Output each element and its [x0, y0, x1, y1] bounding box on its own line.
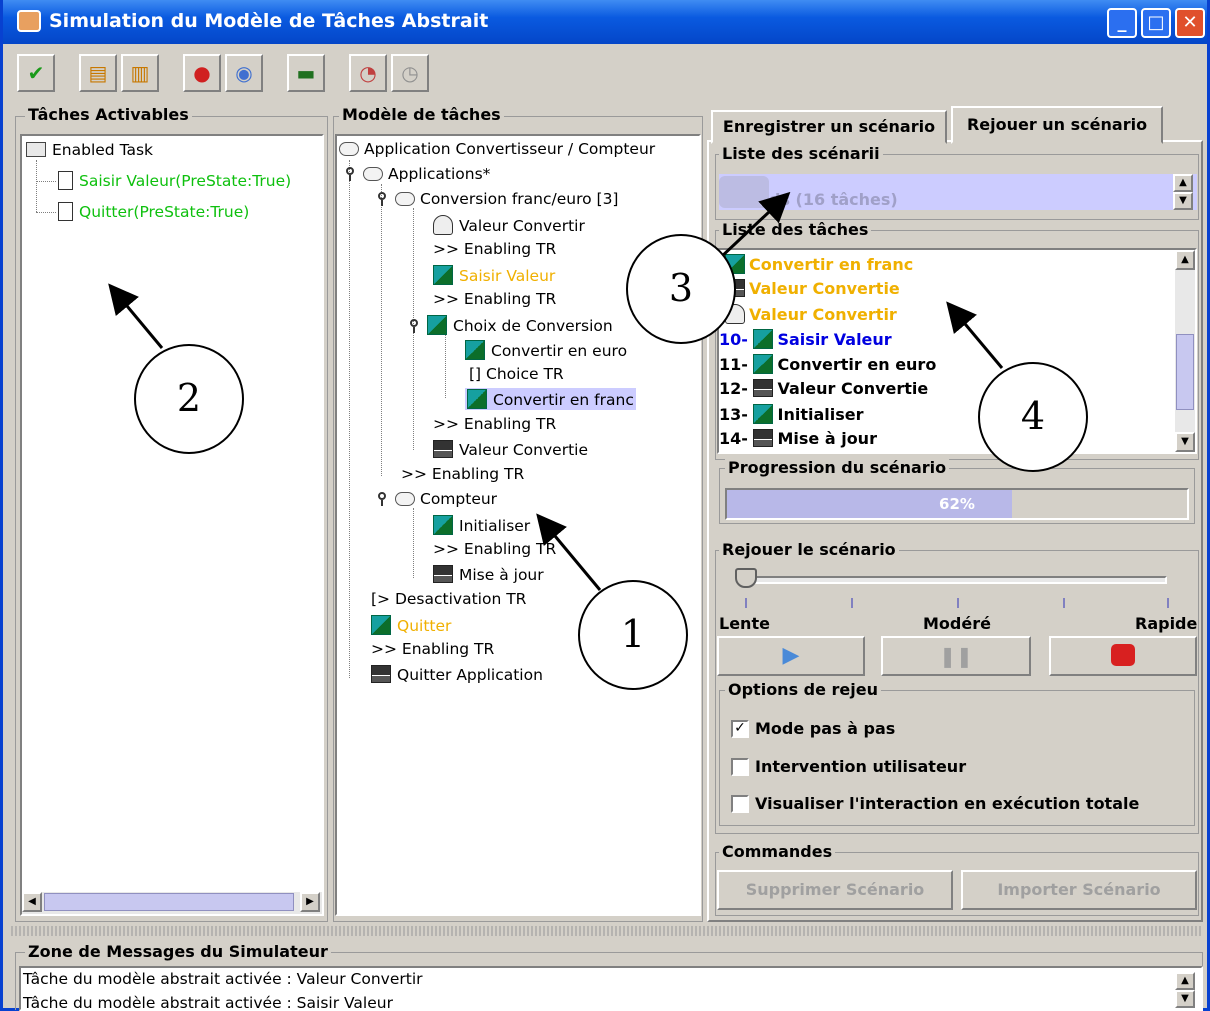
annotation-arrows [108, 191, 1004, 591]
annotation-2: 2 [134, 344, 244, 454]
annotation-3: 3 [626, 234, 736, 344]
annotation-4: 4 [978, 362, 1088, 472]
annotation-1: 1 [578, 580, 688, 690]
